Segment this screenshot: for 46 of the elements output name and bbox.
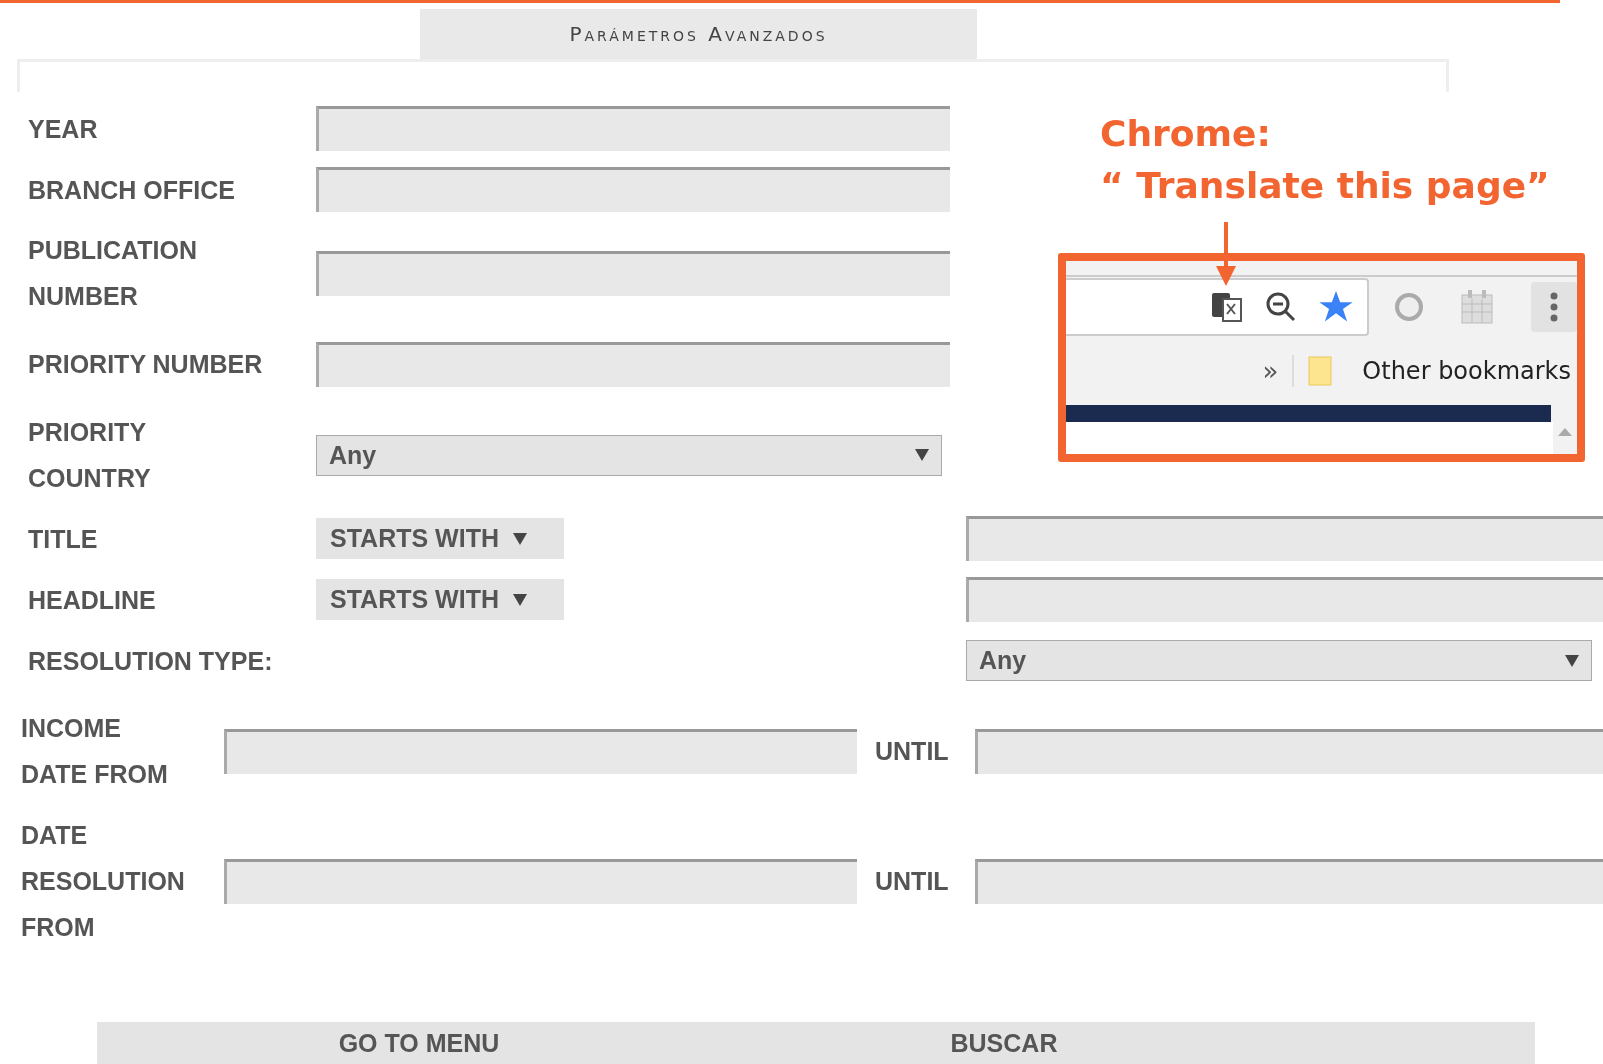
search-button[interactable]: BUSCAR bbox=[904, 1028, 1104, 1058]
condition-dropdown[interactable]: STARTS WITH bbox=[316, 579, 564, 620]
caret-icon bbox=[512, 532, 527, 545]
field-label: YEAR bbox=[28, 113, 99, 145]
section-title: Parámetros Avanzados bbox=[420, 9, 977, 59]
field-label: HEADLINE bbox=[28, 584, 157, 616]
circle-icon[interactable] bbox=[1395, 293, 1423, 321]
callout-title: Chrome: bbox=[1100, 112, 1272, 156]
input-field[interactable] bbox=[966, 577, 1603, 622]
folder-icon bbox=[1308, 356, 1335, 386]
until-label: UNTIL bbox=[874, 736, 950, 766]
caret-icon bbox=[915, 449, 929, 461]
callout-caption: “ Translate this page” bbox=[1100, 164, 1550, 208]
dropdown[interactable]: Any bbox=[316, 434, 942, 476]
menu-icon bbox=[1550, 292, 1558, 322]
input-field[interactable] bbox=[316, 250, 950, 296]
field-label: INCOME DATE FROM bbox=[21, 713, 169, 790]
input-field[interactable] bbox=[316, 167, 950, 212]
field-label: DATE RESOLUTION FROM bbox=[21, 820, 186, 943]
caret-icon bbox=[1565, 654, 1579, 667]
field-label: BRANCH OFFICE bbox=[28, 174, 236, 206]
input-field[interactable] bbox=[316, 106, 950, 151]
scroll-up-icon[interactable] bbox=[1558, 428, 1572, 436]
condition-dropdown[interactable]: STARTS WITH bbox=[316, 518, 564, 559]
field-label: TITLE bbox=[28, 523, 99, 555]
field-label: PUBLICATION NUMBER bbox=[28, 235, 198, 312]
field-label: RESOLUTION TYPE: bbox=[28, 645, 274, 677]
input-field[interactable] bbox=[316, 341, 950, 387]
input-field[interactable] bbox=[224, 728, 857, 774]
calendar-icon[interactable] bbox=[1461, 290, 1493, 324]
caret-icon bbox=[512, 593, 527, 606]
input-field[interactable] bbox=[966, 516, 1603, 561]
star-icon[interactable] bbox=[1319, 291, 1353, 323]
field-label: PRIORITY NUMBER bbox=[28, 349, 264, 380]
translate-icon[interactable] bbox=[1211, 291, 1243, 323]
input-field[interactable] bbox=[224, 858, 857, 904]
menu-button[interactable]: GO TO MENU bbox=[319, 1028, 519, 1058]
zoom-out-icon[interactable] bbox=[1265, 291, 1297, 323]
input-field[interactable] bbox=[975, 858, 1603, 904]
bookmark-folder[interactable]: Other bookmarks bbox=[1362, 357, 1571, 385]
dropdown[interactable]: Any bbox=[966, 640, 1592, 681]
until-label: UNTIL bbox=[874, 866, 950, 896]
input-field[interactable] bbox=[975, 728, 1603, 774]
menu-button[interactable] bbox=[1531, 282, 1577, 332]
field-label: PRIORITY COUNTRY bbox=[28, 417, 152, 494]
bookmarks-overflow[interactable]: » bbox=[1262, 356, 1279, 386]
